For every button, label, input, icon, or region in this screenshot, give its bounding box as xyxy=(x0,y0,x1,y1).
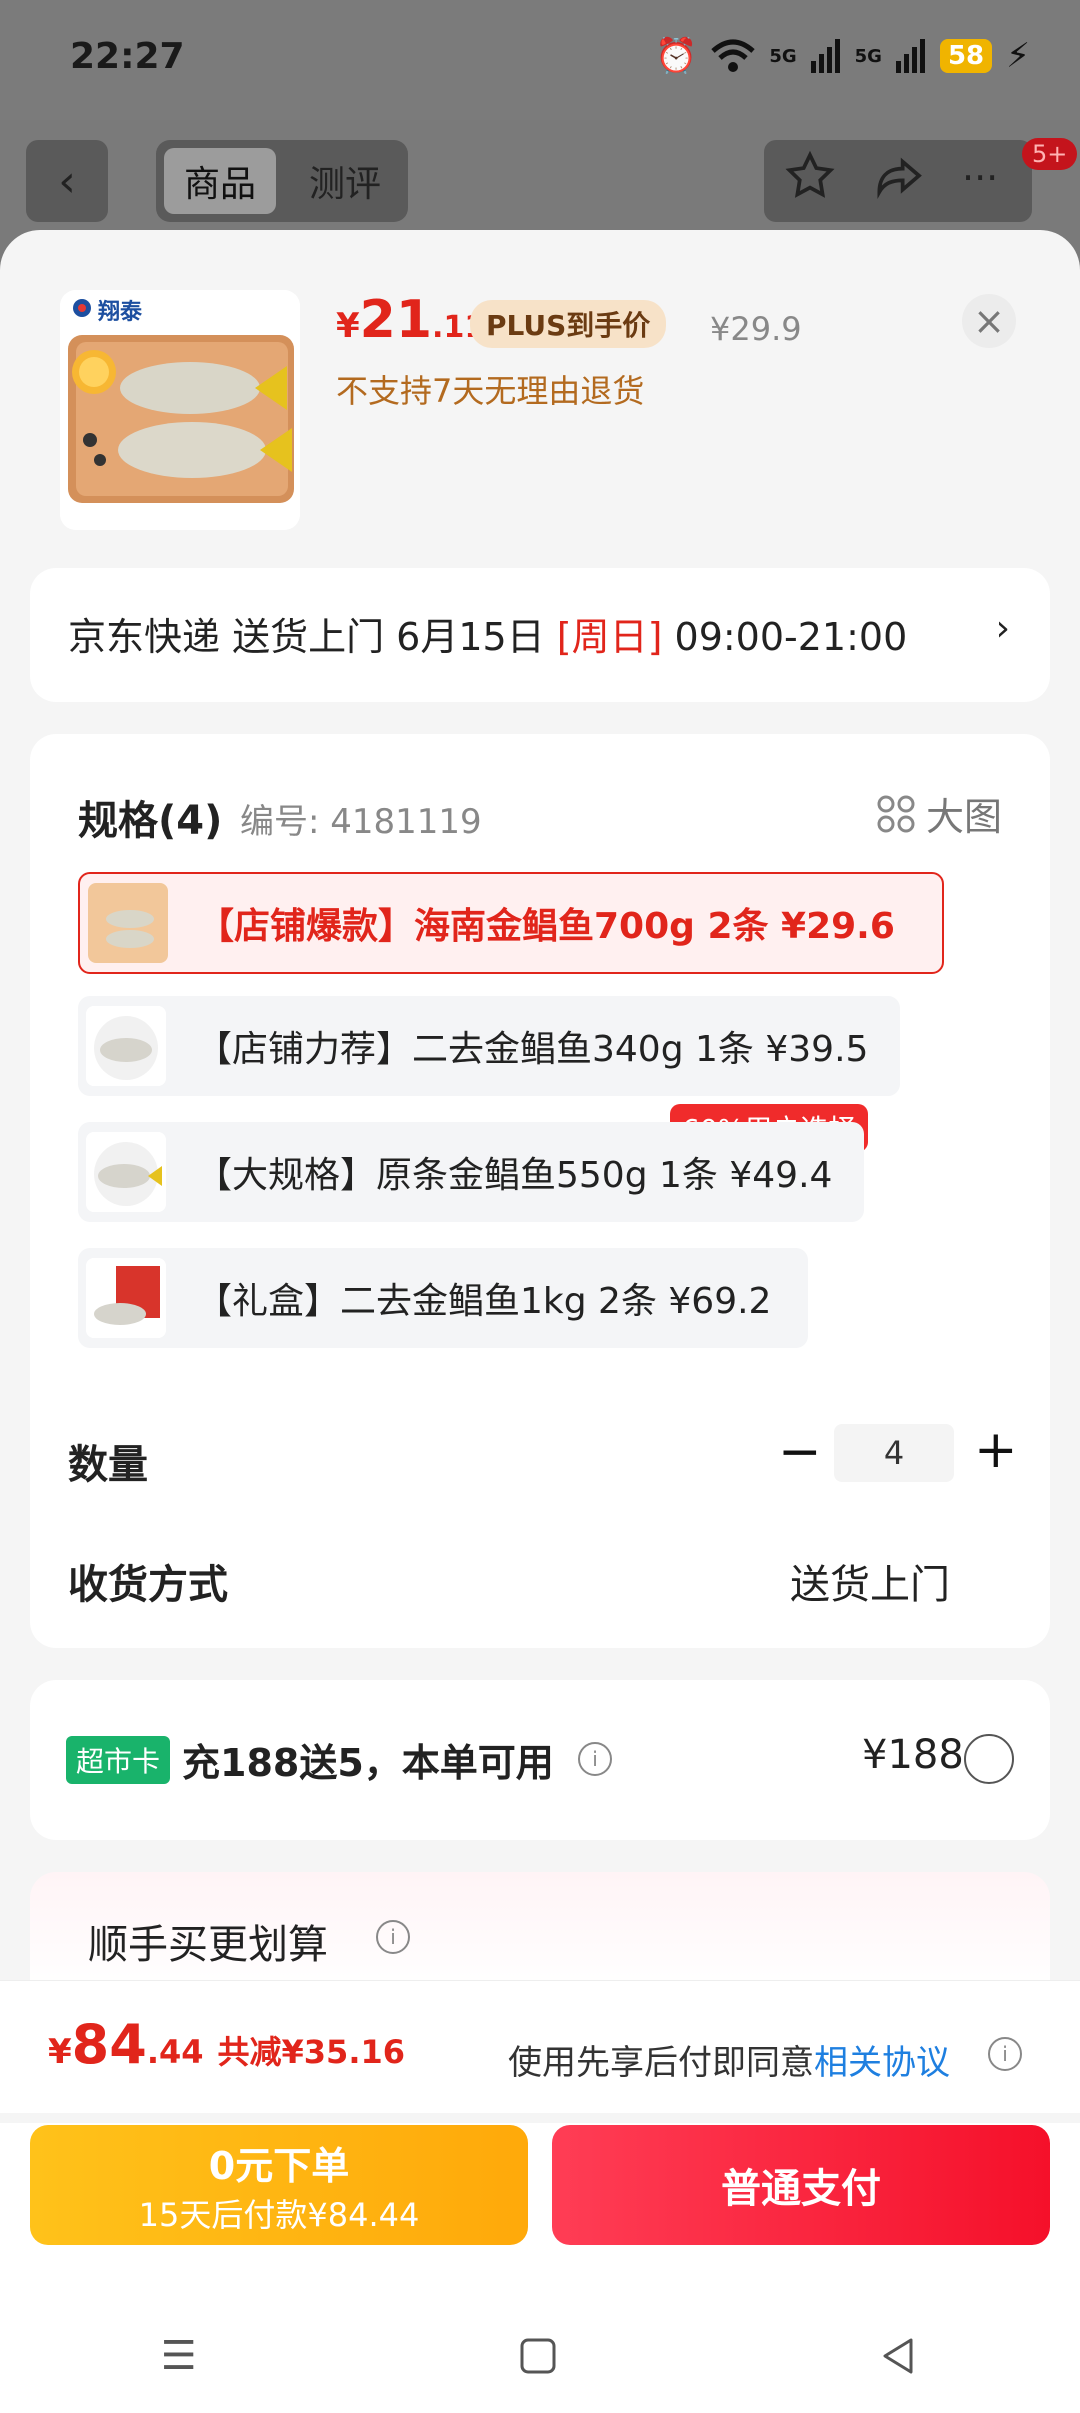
big-picture-button[interactable]: 大图 xyxy=(876,786,1002,841)
back-arrow-icon: ‹ xyxy=(58,155,76,207)
original-price: ¥29.9 xyxy=(710,310,802,348)
home-icon[interactable] xyxy=(518,2336,558,2376)
delivery-weekday: [周日] xyxy=(556,615,663,659)
chevron-right-icon: › xyxy=(995,608,1010,649)
message-badge: 5+ xyxy=(1022,138,1078,170)
total-price: ¥ 84 .44 共减¥35.16 xyxy=(48,2013,405,2076)
delivery-time-window: 09:00-21:00 xyxy=(662,615,908,659)
option-thumbnail xyxy=(86,1006,166,1086)
product-price: ¥ 21 .11 xyxy=(336,290,485,350)
status-icons: ⏰ 5G 5G 58 ⚡ xyxy=(655,36,1030,76)
supermarket-card-offer[interactable]: 超市卡 充188送5，本单可用 i ¥188 xyxy=(30,1680,1050,1840)
addon-section: 顺手买更划算 i xyxy=(30,1872,1050,1992)
charging-icon: ⚡ xyxy=(1006,36,1030,76)
offer-text: 充188送5，本单可用 xyxy=(182,1741,554,1785)
total-symbol: ¥ xyxy=(48,2032,72,2072)
plus-price-tag: PLUS到手价 xyxy=(470,300,667,348)
spec-option-3[interactable]: 【大规格】原条金鲳鱼550g 1条 ¥49.4 xyxy=(78,1122,864,1222)
price-integer: 21 xyxy=(359,290,433,350)
signal-icon-2 xyxy=(895,39,925,73)
more-icon[interactable]: ··· xyxy=(962,156,998,200)
pay-later-button[interactable]: 0元下单 15天后付款¥84.44 xyxy=(30,2125,528,2245)
grid-icon xyxy=(877,795,915,832)
delivery-info: 京东快递 送货上门 6月15日 [周日] 09:00-21:00 xyxy=(68,606,907,661)
total-integer: 84 xyxy=(71,2013,147,2076)
spec-card: 规格(4) 编号: 4181119 大图 【店铺爆款】海南金鲳鱼700g 2条 … xyxy=(30,734,1050,1648)
option-thumbnail xyxy=(88,883,168,963)
delivery-card[interactable]: 京东快递 送货上门 6月15日 [周日] 09:00-21:00 › xyxy=(30,568,1050,702)
option-label: 【店铺力荐】二去金鲳鱼340g 1条 ¥39.5 xyxy=(196,1029,869,1070)
quantity-decrease-button[interactable]: − xyxy=(778,1422,822,1482)
alarm-icon: ⏰ xyxy=(654,36,698,76)
option-label: 【店铺爆款】海南金鲳鱼700g 2条 ¥29.6 xyxy=(198,906,895,947)
big-picture-label: 大图 xyxy=(925,795,1002,839)
quantity-label: 数量 xyxy=(68,1442,148,1488)
status-time: 22:27 xyxy=(70,36,185,77)
tab-product[interactable]: 商品 xyxy=(164,148,276,214)
back-icon[interactable] xyxy=(879,2336,919,2376)
option-thumbnail xyxy=(86,1258,166,1338)
share-icon[interactable] xyxy=(870,150,926,210)
pay-now-button[interactable]: 普通支付 xyxy=(552,2125,1050,2245)
system-nav-bar: ☰ xyxy=(0,2300,1080,2412)
agreement-text: 使用先享后付即同意相关协议 xyxy=(508,2035,950,2084)
return-policy-note: 不支持7天无理由退货 xyxy=(336,372,645,410)
signal-icon xyxy=(810,39,840,73)
total-decimal: .44 xyxy=(146,2033,204,2071)
tab-review[interactable]: 测评 xyxy=(290,148,400,214)
wifi-icon xyxy=(711,39,755,72)
spec-option-4[interactable]: 【礼盒】二去金鲳鱼1kg 2条 ¥69.2 xyxy=(78,1248,808,1348)
product-code: 编号: 4181119 xyxy=(240,802,482,842)
info-icon[interactable]: i xyxy=(376,1920,410,1954)
back-button[interactable]: ‹ xyxy=(26,140,108,222)
info-icon[interactable]: i xyxy=(578,1742,612,1776)
network-5g-label: 5G xyxy=(769,45,797,67)
offer-radio[interactable] xyxy=(964,1734,1014,1784)
close-icon: × xyxy=(973,299,1005,343)
close-button[interactable]: × xyxy=(962,294,1016,348)
offer-price: ¥188 xyxy=(862,1732,964,1778)
agreement-link[interactable]: 相关协议 xyxy=(814,2043,950,2083)
option-label: 【礼盒】二去金鲳鱼1kg 2条 ¥69.2 xyxy=(196,1281,772,1322)
addon-title: 顺手买更划算 xyxy=(88,1922,328,1968)
network-5g-label-2: 5G xyxy=(854,45,882,67)
favorite-star-icon[interactable] xyxy=(782,148,838,208)
quantity-increase-button[interactable]: + xyxy=(974,1420,1018,1480)
pay-later-subtitle: 15天后付款¥84.44 xyxy=(138,2195,420,2234)
battery-level: 58 xyxy=(939,39,993,73)
price-symbol: ¥ xyxy=(336,306,360,346)
delivery-date: 京东快递 送货上门 6月15日 xyxy=(68,615,557,659)
supermarket-card-tag: 超市卡 xyxy=(66,1736,171,1784)
info-icon[interactable]: i xyxy=(988,2037,1022,2071)
spec-option-2[interactable]: 【店铺力荐】二去金鲳鱼340g 1条 ¥39.5 xyxy=(78,996,900,1096)
spec-option-1[interactable]: 【店铺爆款】海南金鲳鱼700g 2条 ¥29.6 xyxy=(78,872,944,974)
pay-later-title: 0元下单 xyxy=(208,2143,350,2188)
menu-icon[interactable]: ☰ xyxy=(161,2333,197,2379)
shipping-method-value[interactable]: 送货上门 xyxy=(790,1552,950,1610)
product-thumbnail: 翔泰 xyxy=(60,290,300,530)
option-label: 【大规格】原条金鲳鱼550g 1条 ¥49.4 xyxy=(196,1155,833,1196)
option-thumbnail xyxy=(86,1132,166,1212)
quantity-input[interactable]: 4 xyxy=(834,1424,954,1482)
shipping-method-label: 收货方式 xyxy=(68,1562,228,1608)
status-bar: 22:27 ⏰ 5G 5G 58 ⚡ xyxy=(0,0,1080,120)
agreement-prefix: 使用先享后付即同意 xyxy=(508,2043,814,2083)
divider xyxy=(0,2113,1080,2123)
spec-title: 规格(4) xyxy=(78,798,223,844)
total-discount: 共减¥35.16 xyxy=(217,2033,406,2071)
brand-logo: 翔泰 xyxy=(98,300,143,325)
